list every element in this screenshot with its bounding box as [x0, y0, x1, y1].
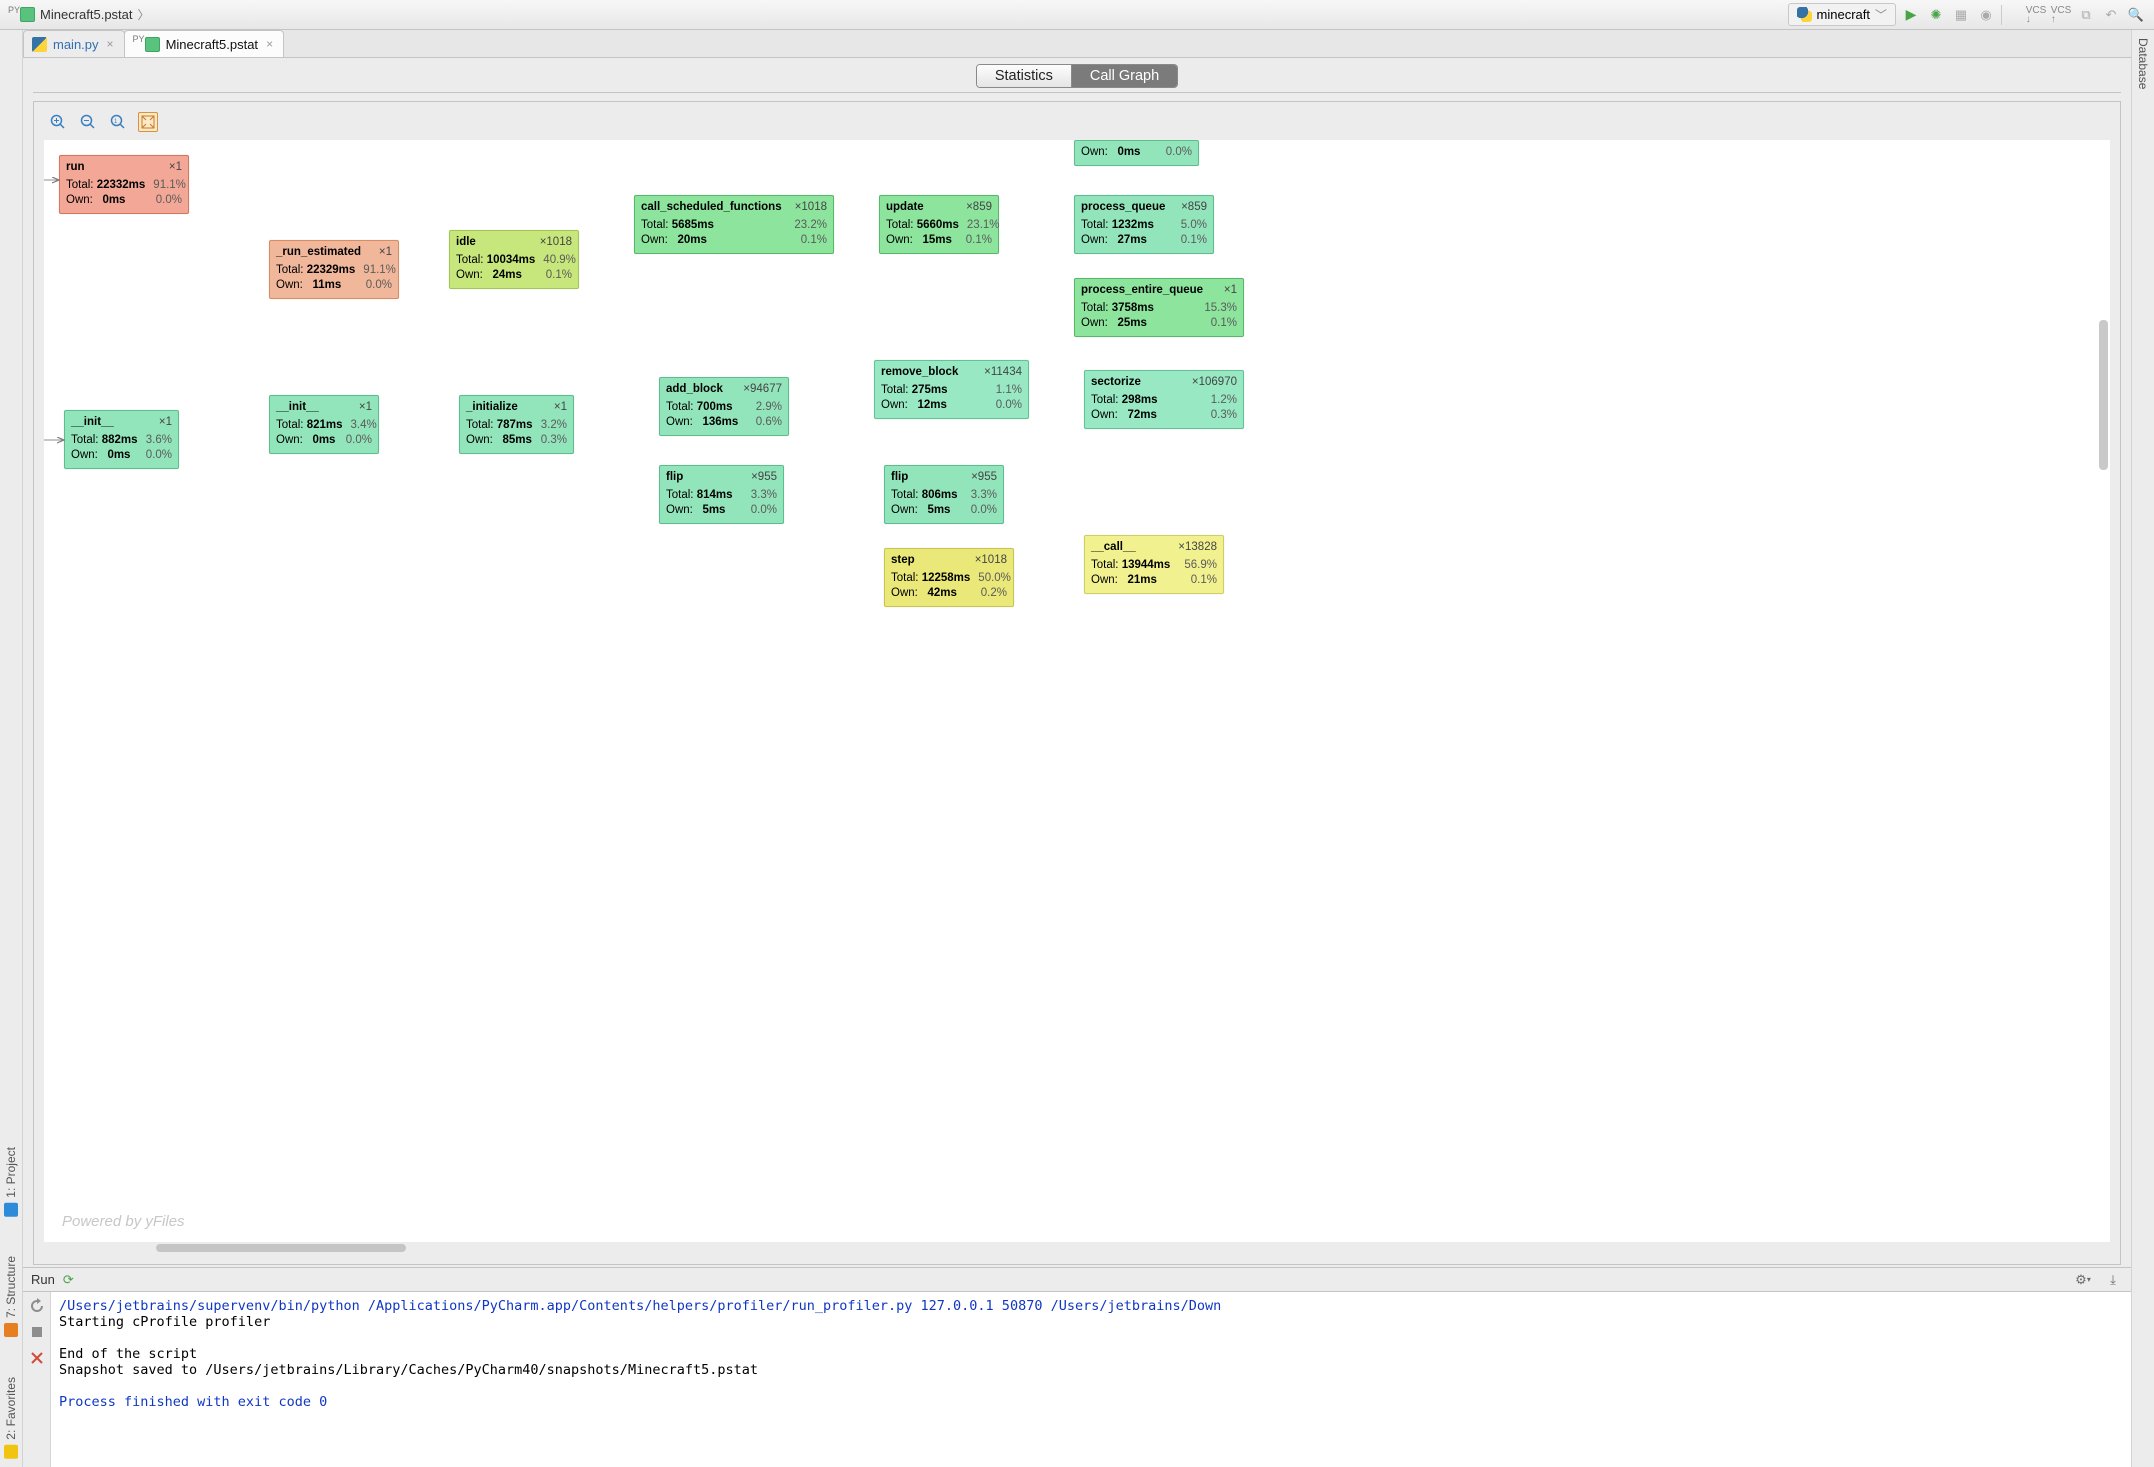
- run-process-icon: ⟳: [63, 1272, 74, 1288]
- chevron-right-icon: 〉: [138, 6, 150, 23]
- console-output[interactable]: /Users/jetbrains/supervenv/bin/python /A…: [51, 1292, 2131, 1467]
- editor-tab-pstat[interactable]: PY Minecraft5.pstat ×: [124, 30, 285, 57]
- run-config-name: minecraft: [1817, 7, 1870, 22]
- close-button[interactable]: [29, 1350, 45, 1366]
- run-config-selector[interactable]: minecraft 〉: [1788, 3, 1896, 26]
- profiler-pane: Statistics Call Graph 1 run×1Total: 2233…: [23, 58, 2131, 1267]
- vcs-history-button[interactable]: ⧉: [2076, 5, 2096, 25]
- python-icon: [1797, 7, 1812, 22]
- horizontal-scrollbar[interactable]: [44, 1242, 2110, 1254]
- stop-button[interactable]: [29, 1324, 45, 1340]
- run-button[interactable]: ▶: [1901, 5, 1921, 25]
- pstat-file-icon: [20, 7, 35, 22]
- close-icon[interactable]: ×: [105, 37, 116, 51]
- tab-statistics[interactable]: Statistics: [977, 65, 1071, 87]
- graph-toolbar: 1: [44, 112, 2110, 140]
- chevron-down-icon: 〉: [1872, 8, 1889, 20]
- rerun-button[interactable]: [29, 1298, 45, 1314]
- project-icon: [4, 1202, 18, 1216]
- profiler-view-segmented: Statistics Call Graph: [976, 64, 1178, 88]
- run-tool-window: Run ⟳ ⚙︎▾ ⤓ /Users/jetbrains/supervenv/b…: [23, 1267, 2131, 1467]
- settings-icon[interactable]: ⚙︎▾: [2073, 1270, 2093, 1290]
- undo-button[interactable]: ↶: [2101, 5, 2121, 25]
- breadcrumb-file: Minecraft5.pstat: [40, 7, 133, 22]
- run-gutter: [23, 1292, 51, 1467]
- tool-tab-structure[interactable]: 7: Structure: [4, 1256, 18, 1337]
- zoom-out-button[interactable]: [78, 112, 98, 132]
- fit-content-button[interactable]: [138, 112, 158, 132]
- python-file-icon: [32, 37, 47, 52]
- tab-call-graph[interactable]: Call Graph: [1071, 65, 1177, 87]
- profile-button[interactable]: ◉: [1976, 5, 1996, 25]
- breadcrumb[interactable]: PY Minecraft5.pstat 〉: [8, 6, 150, 23]
- tool-tab-project[interactable]: 1: Project: [4, 1147, 18, 1217]
- right-tool-gutter: Database: [2131, 30, 2154, 1467]
- zoom-reset-button[interactable]: 1: [108, 112, 128, 132]
- zoom-in-button[interactable]: [48, 112, 68, 132]
- structure-icon: [4, 1323, 18, 1337]
- watermark: Powered by yFiles: [62, 1213, 185, 1230]
- svg-text:1: 1: [114, 119, 118, 125]
- tool-tab-favorites[interactable]: 2: Favorites: [4, 1377, 18, 1459]
- editor-tabs: main.py × PY Minecraft5.pstat ×: [23, 30, 2131, 58]
- export-icon[interactable]: ⤓: [2103, 1270, 2123, 1290]
- navigation-bar: PY Minecraft5.pstat 〉 minecraft 〉 ▶ ✺ ▦ …: [0, 0, 2154, 30]
- separator: [2001, 5, 2021, 25]
- favorites-icon: [4, 1445, 18, 1459]
- editor-tab-mainpy[interactable]: main.py ×: [23, 30, 125, 57]
- search-everywhere-button[interactable]: 🔍: [2126, 5, 2146, 25]
- run-panel-title: Run: [31, 1272, 55, 1287]
- vcs-update-button[interactable]: VCS↓: [2026, 5, 2046, 25]
- debug-button[interactable]: ✺: [1926, 5, 1946, 25]
- vertical-scrollbar[interactable]: [2099, 320, 2108, 470]
- left-tool-gutter: 1: Project 7: Structure 2: Favorites: [0, 30, 23, 1467]
- vcs-commit-button[interactable]: VCS↑: [2051, 5, 2071, 25]
- pstat-file-icon: [145, 37, 160, 52]
- call-graph-canvas[interactable]: run×1Total: 22332ms91.1%Own: 0ms0.0%_run…: [44, 140, 2110, 1242]
- tool-tab-database[interactable]: Database: [2136, 38, 2150, 89]
- run-coverage-button[interactable]: ▦: [1951, 5, 1971, 25]
- close-icon[interactable]: ×: [264, 37, 275, 51]
